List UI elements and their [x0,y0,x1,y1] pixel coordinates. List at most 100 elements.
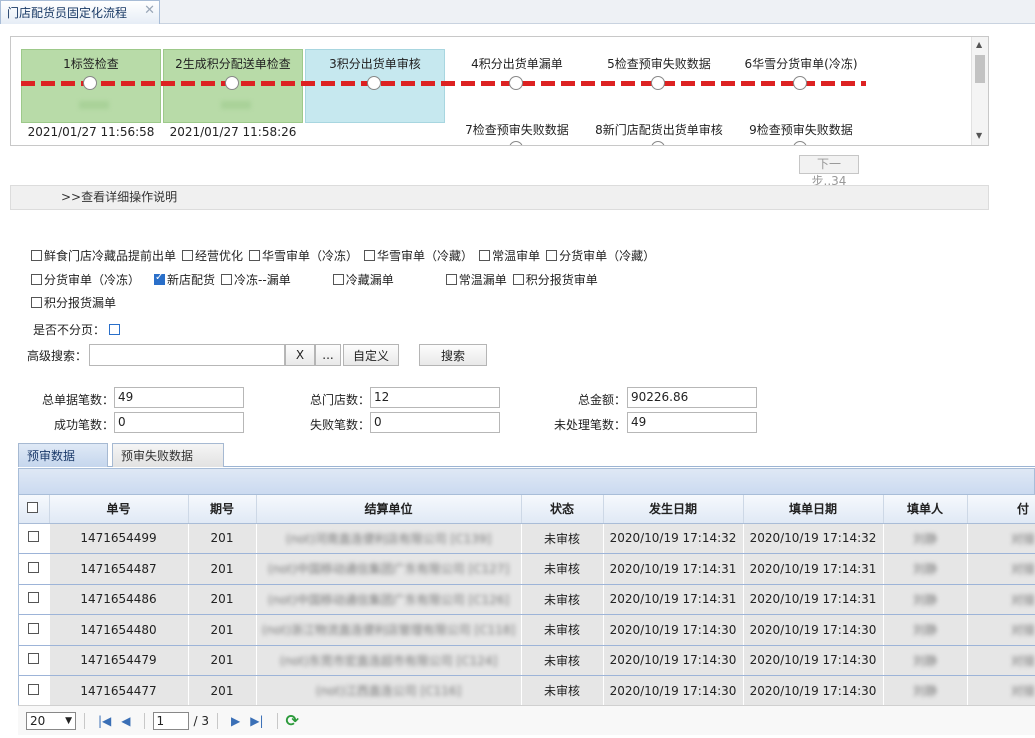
page-size-select[interactable]: 20 ▼ [26,711,76,730]
unprocessed-field[interactable]: 49 [627,412,757,433]
filter-points-review[interactable]: 积分报货审单 [512,271,598,288]
first-page-icon[interactable]: |◀ [98,714,111,728]
col-fill-date[interactable]: 填单日期 [743,495,884,524]
total-orders-field[interactable]: 49 [114,387,244,408]
table-row[interactable]: 1471654499 201 (not)河南直连便利店有限公司 [C139] 未… [19,523,1035,554]
step-node-7[interactable] [509,141,523,145]
next-step-button[interactable]: 下一步..34 [799,155,859,188]
checkbox[interactable] [221,274,233,285]
row-checkbox[interactable] [28,592,40,604]
step-node-4[interactable] [509,76,523,90]
flow-scrollbar[interactable]: ▲ ▼ [971,37,988,145]
col-filler[interactable]: 填单人 [883,495,968,524]
table-row[interactable]: 1471654480 201 (not)浙江物流直连便利店管理有限公司 [C11… [19,614,1035,646]
total-stores-label: 总门店数： [309,393,370,407]
step-label-7: 7检查预审失败数据 [465,123,569,137]
step-node-9[interactable] [793,141,807,145]
col-settle-unit[interactable]: 结算单位 [256,495,522,524]
advanced-search-input[interactable] [89,344,286,366]
row-checkbox[interactable] [28,683,40,695]
checkbox-checked[interactable] [154,272,166,285]
cell-occur-date: 2020/10/19 17:14:31 [603,584,744,615]
checkbox[interactable] [31,297,42,308]
select-all-checkbox[interactable] [27,501,39,513]
checkbox[interactable] [31,250,42,261]
checkbox[interactable] [31,274,42,285]
scroll-down-icon[interactable]: ▼ [976,131,982,140]
total-stores-field[interactable]: 12 [370,387,500,408]
next-page-icon[interactable]: ▶ [231,714,240,728]
filter-points-missing[interactable]: 积分报货漏单 [31,294,116,311]
table-row[interactable]: 1471654479 201 (not)东莞市宏直连超市有限公司 [C124] … [19,645,1035,676]
step-node-3[interactable] [367,76,381,90]
filter-new-store[interactable]: 新店配货 [154,271,215,288]
more-button[interactable]: ... [315,344,342,366]
checkbox[interactable] [182,250,194,261]
row-checkbox[interactable] [28,622,40,634]
checkbox[interactable] [479,250,491,261]
filter-split-frozen[interactable]: 分货审单（冷冻） [31,271,140,288]
step-node-8[interactable] [651,141,665,145]
cell-occur-date: 2020/10/19 17:14:30 [603,645,744,676]
page-number-input[interactable]: 1 [152,711,189,730]
checkbox[interactable] [512,274,524,285]
scroll-up-icon[interactable]: ▲ [976,40,982,49]
step-node-6[interactable] [793,76,807,90]
cell-settle-unit: (not)中国移动通信集团广东有限公司 [C126] [256,584,522,615]
row-select[interactable] [19,553,50,585]
step-node-5[interactable] [651,76,665,90]
blurred-filler: 刘静 [912,623,937,638]
search-button[interactable]: 搜索 [419,344,488,366]
step-node-2[interactable] [225,76,239,90]
row-checkbox[interactable] [28,653,40,665]
row-checkbox[interactable] [28,561,40,573]
help-link[interactable]: >>查看详细操作说明 [10,185,989,210]
filter-chilled-missing[interactable]: 冷藏漏单 [332,271,394,288]
scroll-thumb[interactable] [975,55,985,83]
filter-huaxue-chilled[interactable]: 华雪审单（冷藏） [364,247,473,264]
col-extra[interactable]: 付 [967,495,1035,524]
table-row[interactable]: 1471654486 201 (not)中国移动通信集团广东有限公司 [C126… [19,584,1035,615]
no-paging-checkbox[interactable] [109,324,121,335]
refresh-icon[interactable]: ⟳ [286,711,299,730]
filter-operation-opt[interactable]: 经营优化 [182,247,243,264]
step-node-1[interactable] [83,76,97,90]
col-order-no[interactable]: 单号 [49,495,189,524]
filter-row-3: 积分报货漏单 [31,294,122,311]
cell-fill-date: 2020/10/19 17:14:30 [743,614,884,646]
checkbox[interactable] [332,274,344,285]
tab-precheck-data[interactable]: 预审数据 [18,443,108,467]
col-period[interactable]: 期号 [188,495,257,524]
filter-split-chilled[interactable]: 分货审单（冷藏） [546,247,655,264]
row-checkbox[interactable] [28,531,40,543]
checkbox[interactable] [249,250,261,261]
success-field[interactable]: 0 [114,412,244,433]
select-all-header[interactable] [19,495,50,524]
row-select[interactable] [19,645,50,676]
filter-ambient-missing[interactable]: 常温漏单 [445,271,507,288]
custom-button[interactable]: 自定义 [343,344,400,366]
table-row[interactable]: 1471654477 201 (not)江西直连公司 [C116] 未审核 20… [19,675,1035,705]
tab-main[interactable]: 门店配货员固定化流程 ✕ [0,0,160,24]
checkbox[interactable] [546,250,558,261]
row-select[interactable] [19,584,50,615]
filter-frozen-missing[interactable]: 冷冻--漏单 [221,271,291,288]
col-occur-date[interactable]: 发生日期 [603,495,744,524]
fail-field[interactable]: 0 [370,412,500,433]
checkbox[interactable] [445,274,457,285]
close-icon[interactable]: ✕ [144,3,155,18]
prev-page-icon[interactable]: ◀ [121,714,130,728]
filter-fresh-cold-early[interactable]: 鲜食门店冷藏品提前出单 [31,247,176,264]
last-page-icon[interactable]: ▶| [250,714,263,728]
filter-huaxue-frozen[interactable]: 华雪审单（冷冻） [249,247,358,264]
checkbox[interactable] [364,250,376,261]
row-select[interactable] [19,523,50,554]
tab-precheck-failed[interactable]: 预审失败数据 [112,443,224,467]
total-amount-field[interactable]: 90226.86 [627,387,757,408]
col-status[interactable]: 状态 [521,495,604,524]
table-row[interactable]: 1471654487 201 (not)中国移动通信集团广东有限公司 [C127… [19,553,1035,585]
row-select[interactable] [19,675,50,705]
clear-button[interactable]: X [285,344,316,366]
filter-ambient-review[interactable]: 常温审单 [479,247,540,264]
row-select[interactable] [19,614,50,646]
